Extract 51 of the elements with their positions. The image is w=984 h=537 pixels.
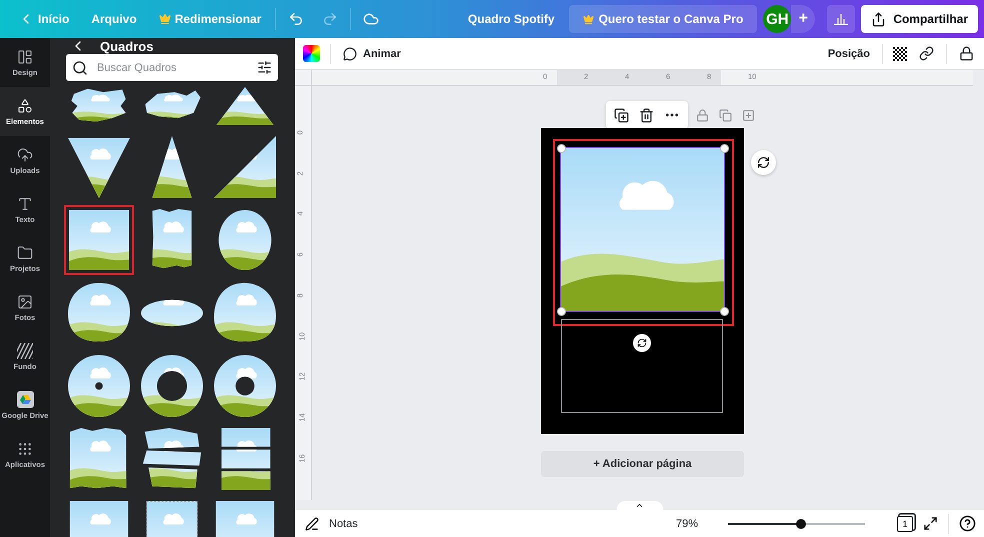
frame-thumbnail[interactable] [64, 205, 134, 275]
crown-icon [158, 13, 171, 25]
share-button[interactable]: Compartilhar [861, 5, 978, 33]
fullscreen-icon[interactable] [923, 516, 938, 531]
link-icon[interactable] [917, 44, 936, 63]
chevron-up-icon [635, 501, 644, 510]
text-icon [17, 196, 33, 212]
animate-button[interactable]: Animar [341, 44, 403, 62]
rotate-icon [637, 338, 647, 348]
notes-label[interactable]: Notas [329, 518, 358, 530]
add-member-button[interactable]: + [791, 5, 816, 33]
filter-icon[interactable] [257, 60, 272, 75]
resize-handle[interactable] [720, 144, 729, 153]
share-icon [871, 12, 886, 26]
page-count-button[interactable]: 1 [897, 516, 913, 532]
folder-icon [17, 244, 33, 260]
insights-button[interactable] [827, 5, 856, 33]
hatch-icon [17, 342, 33, 358]
resize-handle[interactable] [720, 307, 729, 316]
rotate-button[interactable] [633, 334, 651, 352]
refresh-button[interactable] [751, 150, 776, 175]
copy-icon[interactable] [717, 106, 734, 124]
resize-handle[interactable] [557, 307, 566, 316]
transparency-icon[interactable] [893, 46, 907, 60]
refresh-icon [757, 156, 770, 169]
zoom-percent: 79% [676, 518, 698, 530]
user-avatar[interactable]: GH [763, 5, 792, 33]
shapes-icon [17, 98, 33, 114]
speech-bubble-icon [343, 46, 357, 60]
duplicate-icon[interactable] [612, 106, 631, 124]
color-swatch[interactable] [303, 45, 320, 62]
cloud-upload-icon [17, 146, 33, 162]
design-page[interactable] [541, 128, 744, 434]
slider-thumb[interactable] [796, 518, 806, 528]
search-icon [72, 60, 88, 76]
bar-chart-icon [834, 13, 848, 25]
notes-icon[interactable] [305, 516, 319, 530]
search-input[interactable]: Buscar Quadros [95, 60, 250, 74]
panel-title: Quadros [100, 38, 154, 54]
try-pro-button[interactable]: Quero testar o Canva Pro [568, 5, 758, 33]
crown-icon [582, 14, 594, 24]
apps-grid-icon [17, 440, 33, 456]
document-title[interactable]: Quadro Spotify [460, 8, 563, 30]
help-icon[interactable] [959, 515, 976, 532]
drive-icon [16, 391, 34, 408]
image-icon [17, 294, 33, 310]
search-field[interactable]: Buscar Quadros [66, 54, 278, 81]
resize-handle[interactable] [557, 144, 566, 153]
add-page-button[interactable]: + Adicionar página [541, 451, 744, 477]
position-button[interactable]: Posição [826, 46, 872, 62]
layout-icon [17, 48, 33, 64]
